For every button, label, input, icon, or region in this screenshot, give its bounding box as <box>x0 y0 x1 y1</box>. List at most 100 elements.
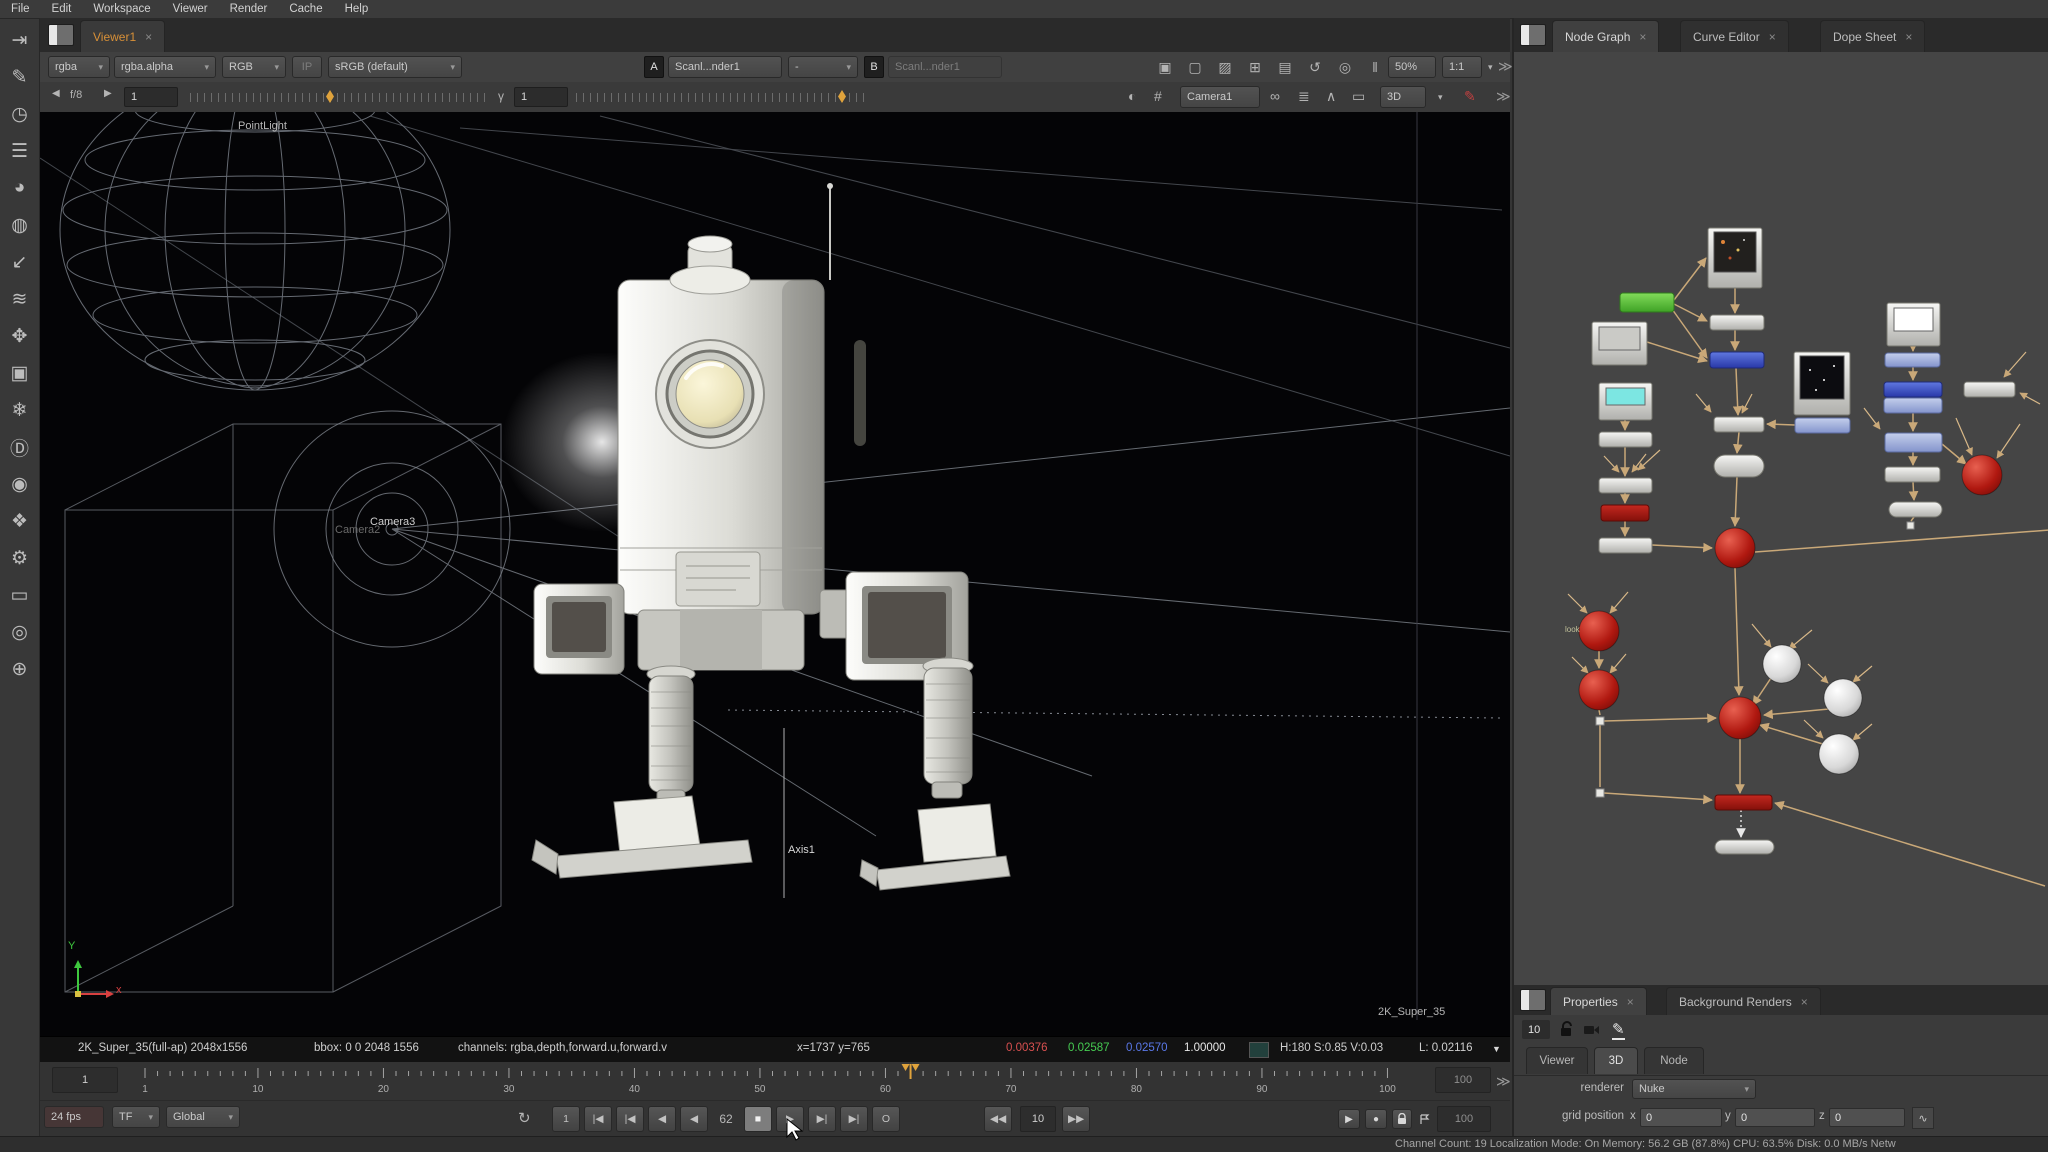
loop-icon[interactable]: ↻ <box>518 1109 531 1127</box>
particles-icon[interactable]: ❄ <box>5 395 35 425</box>
tab-node-graph[interactable]: Node Graph× <box>1552 20 1659 52</box>
next-keyfram2e-button[interactable]: ▶| <box>808 1106 836 1132</box>
color-icon[interactable]: ◕ <box>5 173 35 203</box>
menu-workspace[interactable]: Workspace <box>82 3 161 15</box>
grid-z-input[interactable]: 0 <box>1829 1108 1905 1127</box>
chevron-down-icon[interactable]: ▾ <box>1488 62 1493 73</box>
tab-properties[interactable]: Properties× <box>1550 987 1647 1015</box>
close-icon[interactable]: × <box>1905 30 1912 44</box>
util-node[interactable] <box>1599 432 1652 447</box>
gain-slider-handle[interactable] <box>326 90 334 103</box>
keyer-icon[interactable]: ↙ <box>5 247 35 277</box>
grade-node[interactable] <box>1715 795 1772 810</box>
merge-node[interactable] <box>1962 455 2002 495</box>
fps-input[interactable]: 24 fps <box>44 1106 104 1128</box>
grade-node[interactable] <box>1601 505 1649 521</box>
toolsets-icon[interactable]: ⚙ <box>5 543 35 573</box>
zebra-stripes-icon[interactable]: ▤ <box>1272 56 1298 78</box>
shuffle-node[interactable] <box>1795 418 1850 433</box>
util-node[interactable] <box>1885 467 1940 482</box>
merge-icon[interactable]: ≋ <box>5 284 35 314</box>
timeline-mode-dropdown[interactable]: TF▾ <box>112 1106 160 1128</box>
panel-menu-icon[interactable] <box>1520 989 1546 1011</box>
sphere-node[interactable] <box>1819 734 1859 774</box>
headlight-icon[interactable]: ◐ <box>1128 88 1136 104</box>
prev-arrow-icon[interactable]: ◀ <box>52 88 60 99</box>
panel-menu-icon[interactable] <box>48 24 74 46</box>
stereo-glasses-icon[interactable]: ∞ <box>1270 88 1280 104</box>
pause-icon[interactable]: ‖ <box>1362 56 1388 78</box>
lock-range-button[interactable] <box>1392 1109 1412 1129</box>
play-backward-button[interactable]: ◀ <box>648 1106 676 1132</box>
merge-node[interactable] <box>1719 697 1761 739</box>
jump-back-button[interactable]: ◀◀ <box>984 1106 1012 1132</box>
menu-render[interactable]: Render <box>219 3 279 15</box>
close-icon[interactable]: × <box>1801 995 1808 1009</box>
marquee-select-icon[interactable]: ▭ <box>1352 88 1365 105</box>
max-panels-input[interactable]: 10 <box>1522 1020 1550 1039</box>
tab-dope-sheet[interactable]: Dope Sheet× <box>1820 20 1925 52</box>
clip-warning-icon[interactable]: ▢ <box>1182 56 1208 78</box>
layer-stack-icon[interactable]: ≣ <box>1298 88 1310 105</box>
stop-button[interactable]: ■ <box>744 1106 772 1132</box>
video-camera-icon[interactable] <box>1584 1023 1600 1041</box>
tab-curve-editor[interactable]: Curve Editor× <box>1680 20 1789 52</box>
gamma-slider-handle[interactable] <box>838 90 846 103</box>
ofx-icon[interactable]: ◎ <box>5 617 35 647</box>
other-icon[interactable]: ▭ <box>5 580 35 610</box>
menu-edit[interactable]: Edit <box>41 3 83 15</box>
menu-cache[interactable]: Cache <box>278 3 333 15</box>
subtab-node[interactable]: Node <box>1644 1047 1704 1074</box>
panel-menu-icon[interactable] <box>1520 24 1546 46</box>
merge-node[interactable] <box>1715 528 1755 568</box>
proxy-dropdown[interactable]: 1:1 <box>1442 56 1482 78</box>
range-start-input[interactable]: 1 <box>52 1067 118 1093</box>
alpha-dropdown[interactable]: rgba.alpha▾ <box>114 56 216 78</box>
elbow-dot[interactable] <box>1596 789 1604 797</box>
diagonal-stripes-icon[interactable]: ▨ <box>1212 56 1238 78</box>
menu-file[interactable]: File <box>0 3 41 15</box>
camera-dropdown[interactable]: Camera1 <box>1180 86 1260 108</box>
prev-keyframe-button[interactable]: |◀ <box>616 1106 644 1132</box>
image-icon[interactable]: ⇥ <box>5 25 35 55</box>
gain-input[interactable]: 1 <box>124 87 178 107</box>
colorspace-dropdown[interactable]: sRGB (default)▾ <box>328 56 462 78</box>
render-flag-icon[interactable] <box>1416 1109 1434 1129</box>
next-arrow-icon[interactable]: ▶ <box>104 88 112 99</box>
time-icon[interactable]: ◷ <box>5 99 35 129</box>
input-process-button[interactable]: IP <box>292 56 322 78</box>
lut-curve-icon[interactable]: ∧ <box>1326 88 1336 105</box>
nukex-icon[interactable]: ⊕ <box>5 654 35 684</box>
tab-viewer1[interactable]: Viewer1 × <box>80 20 165 52</box>
layer-dropdown[interactable]: rgba▾ <box>48 56 110 78</box>
close-icon[interactable]: × <box>1769 30 1776 44</box>
monitor-out-icon[interactable]: ⊞ <box>1242 56 1268 78</box>
gain-slider[interactable] <box>190 87 490 107</box>
transform-icon[interactable]: ✥ <box>5 321 35 351</box>
color-node[interactable] <box>1710 352 1764 368</box>
shuffle-node[interactable] <box>1885 353 1940 367</box>
channel-icon[interactable]: ☰ <box>5 136 35 166</box>
roi-icon[interactable]: ◎ <box>1332 56 1358 78</box>
wireframe-grid-icon[interactable]: # <box>1154 88 1162 104</box>
node-graph-canvas[interactable]: look <box>1514 52 2048 986</box>
green-node[interactable] <box>1620 293 1674 312</box>
input-b-dropdown[interactable]: Scanl...nder1 <box>888 56 1002 78</box>
gamma-input[interactable]: 1 <box>514 87 568 107</box>
ab-blend-dropdown[interactable]: -▾ <box>788 56 858 78</box>
frame-ruler[interactable]: 1102030405060708090100 <box>125 1062 1425 1100</box>
sphere-node[interactable] <box>1763 645 1801 683</box>
unlock-icon[interactable] <box>1560 1021 1574 1042</box>
step-back-button[interactable]: ◀ <box>680 1106 708 1132</box>
subtab-viewer[interactable]: Viewer <box>1526 1047 1588 1074</box>
play-every-frame-button[interactable]: 1 <box>552 1106 580 1132</box>
subtab-3d[interactable]: 3D <box>1594 1047 1638 1074</box>
frame-increment-input[interactable]: 10 <box>1020 1106 1056 1132</box>
edit-pencil-icon[interactable]: ✎ <box>1612 1020 1625 1040</box>
close-icon[interactable]: × <box>1627 995 1634 1009</box>
sphere-node[interactable] <box>1824 679 1862 717</box>
views-icon[interactable]: ◉ <box>5 469 35 499</box>
gamma-slider[interactable] <box>576 87 866 107</box>
flipbook-button[interactable]: ▶ <box>1338 1109 1360 1129</box>
3d-icon[interactable]: ▣ <box>5 358 35 388</box>
